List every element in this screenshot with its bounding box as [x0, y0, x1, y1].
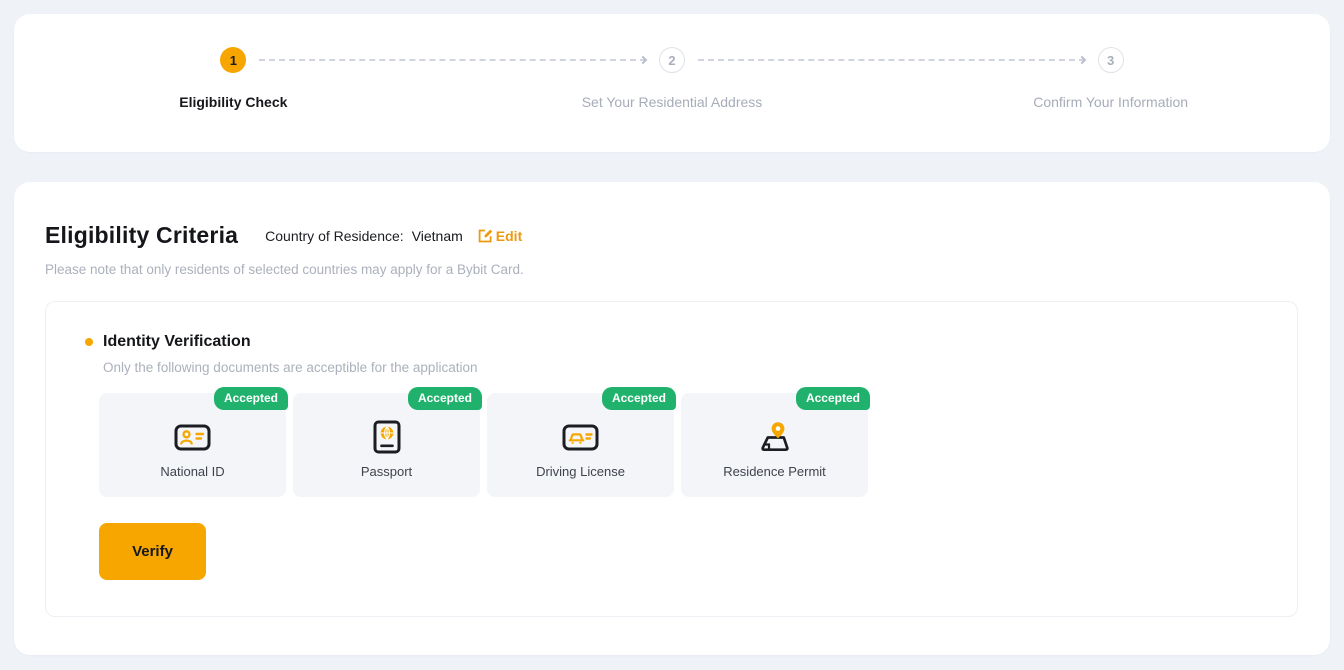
step-3-label: Confirm Your Information [1033, 94, 1188, 110]
document-label: Driving License [536, 464, 625, 479]
eligibility-header: Eligibility Criteria Country of Residenc… [45, 222, 1298, 249]
residence-permit-icon [758, 419, 792, 455]
page-title: Eligibility Criteria [45, 222, 238, 249]
step-connector-2 [698, 59, 1085, 61]
stepper-card: 1 Eligibility Check 2 Set Your Residenti… [14, 14, 1330, 152]
step-eligibility-check: 1 Eligibility Check [14, 47, 453, 152]
bullet-dot-icon [85, 338, 93, 346]
step-confirm-information: 3 Confirm Your Information [891, 47, 1330, 152]
document-label: National ID [160, 464, 224, 479]
document-card-passport: Accepted Passport [293, 393, 480, 497]
step-1-label: Eligibility Check [179, 94, 287, 110]
identity-verification-panel: Identity Verification Only the following… [45, 301, 1298, 617]
identity-verification-header: Identity Verification [85, 333, 1267, 351]
country-of-residence-label: Country of Residence: [265, 228, 404, 244]
document-label: Passport [361, 464, 412, 479]
status-badge: Accepted [602, 387, 676, 410]
passport-icon [373, 419, 401, 455]
step-1-circle: 1 [220, 47, 246, 73]
status-badge: Accepted [408, 387, 482, 410]
status-badge: Accepted [214, 387, 288, 410]
application-stepper: 1 Eligibility Check 2 Set Your Residenti… [14, 14, 1330, 152]
identity-verification-title: Identity Verification [103, 333, 251, 351]
step-residential-address: 2 Set Your Residential Address [453, 47, 892, 152]
accepted-documents-row: Accepted National ID Accepted [99, 393, 1267, 497]
national-id-icon [174, 419, 211, 455]
edit-country-button[interactable]: Edit [478, 228, 522, 244]
step-connector-1 [259, 59, 646, 61]
eligibility-note: Please note that only residents of selec… [45, 262, 1298, 277]
driving-license-icon [562, 419, 599, 455]
identity-verification-subtitle: Only the following documents are accepti… [103, 360, 1267, 375]
edit-link-label: Edit [496, 228, 522, 244]
step-2-label: Set Your Residential Address [582, 94, 763, 110]
eligibility-criteria-card: Eligibility Criteria Country of Residenc… [14, 182, 1330, 655]
step-3-circle: 3 [1098, 47, 1124, 73]
document-card-national-id: Accepted National ID [99, 393, 286, 497]
step-2-circle: 2 [659, 47, 685, 73]
country-of-residence-value: Vietnam [412, 228, 463, 244]
document-card-residence-permit: Accepted Residence Permit [681, 393, 868, 497]
status-badge: Accepted [796, 387, 870, 410]
verify-button[interactable]: Verify [99, 523, 206, 580]
document-label: Residence Permit [723, 464, 826, 479]
edit-pencil-icon [478, 229, 492, 243]
document-card-driving-license: Accepted Driving License [487, 393, 674, 497]
